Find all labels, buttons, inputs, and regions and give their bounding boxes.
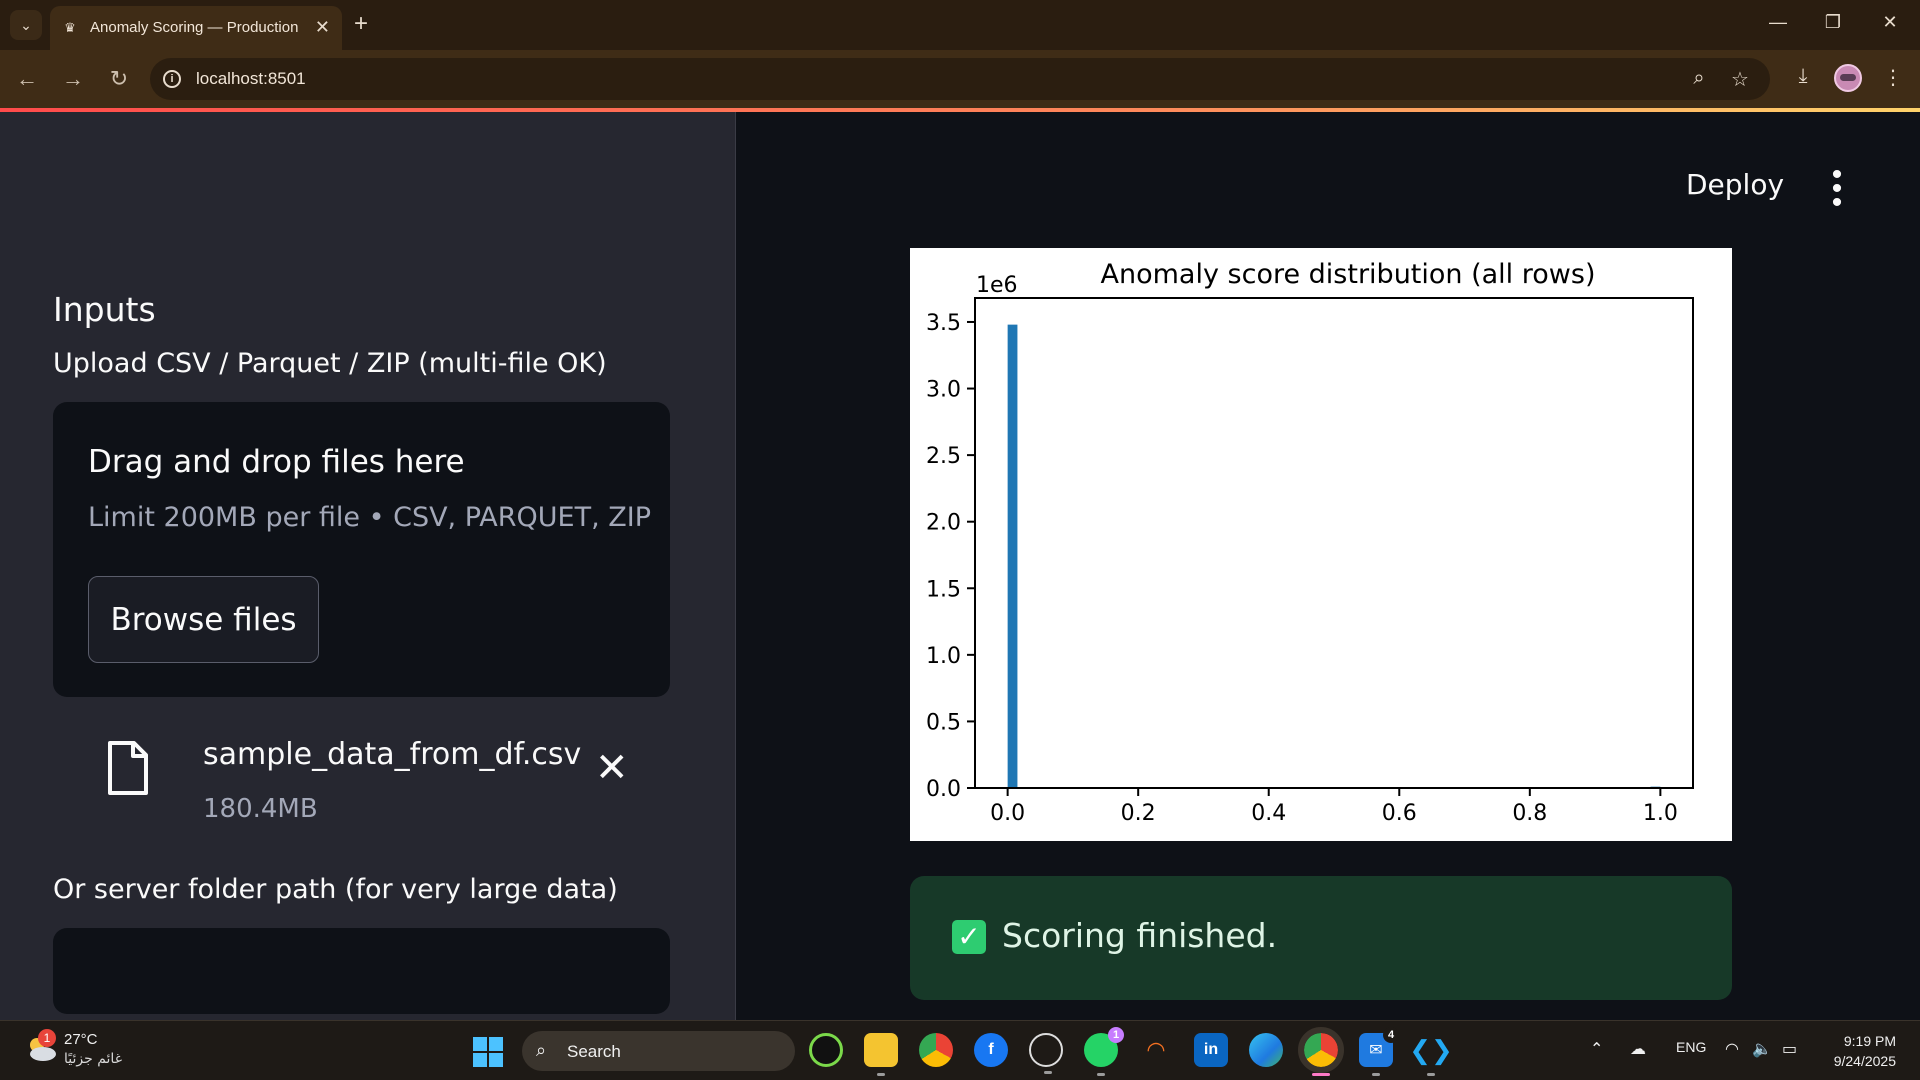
streamlit-crown-icon: ♛ xyxy=(64,20,76,35)
forward-arrow-icon[interactable]: → xyxy=(58,65,88,93)
active-tab[interactable]: ♛ Anomaly Scoring — Production ✕ xyxy=(50,6,342,50)
minimize-icon[interactable]: — xyxy=(1763,12,1793,33)
remove-file-icon[interactable]: ✕ xyxy=(595,748,629,788)
y-tick-label: 1.0 xyxy=(926,644,961,669)
plot-frame xyxy=(974,297,1694,789)
onedrive-cloud-icon[interactable]: ☁ xyxy=(1630,1039,1646,1059)
language-indicator[interactable]: ENG xyxy=(1676,1039,1706,1055)
browser-toolbar: ← → ↻ i localhost:8501 ⌕ ☆ ⤓ ⋮ xyxy=(0,50,1920,108)
download-icon[interactable]: ⤓ xyxy=(1788,65,1818,88)
tab-search-button[interactable]: ⌄ xyxy=(10,10,42,40)
bookmark-star-icon[interactable]: ☆ xyxy=(1727,67,1753,92)
back-arrow-icon[interactable]: ← xyxy=(12,65,42,93)
vscode-icon[interactable]: ❮❯ xyxy=(1409,1033,1453,1076)
uploaded-file-item: sample_data_from_df.csv 180.4MB ✕ xyxy=(53,712,670,842)
deploy-button[interactable]: Deploy xyxy=(1686,168,1784,201)
x-tick-label: 0.4 xyxy=(1251,801,1286,826)
y-tick-label: 2.5 xyxy=(926,444,961,469)
main-content: Deploy • • • Anomaly score distribution (a… xyxy=(737,112,1920,1020)
dropzone-limit: Limit 200MB per file • CSV, PARQUET, ZIP xyxy=(88,502,651,533)
browse-files-button[interactable]: Browse files xyxy=(88,576,319,663)
weather-description[interactable]: غائم جزئيًا xyxy=(64,1051,122,1067)
search-icon: ⌕ xyxy=(536,1040,547,1060)
edge-icon[interactable] xyxy=(1249,1033,1283,1067)
y-offset-label: 1e6 xyxy=(976,273,1018,298)
x-tick-label: 0.2 xyxy=(1121,801,1156,826)
wifi-icon[interactable]: ◠ xyxy=(1725,1039,1739,1059)
weather-badge: 1 xyxy=(38,1029,56,1047)
taskbar-clock[interactable]: 9:19 PM 9/24/2025 xyxy=(1834,1031,1896,1071)
uploaded-file-name: sample_data_from_df.csv xyxy=(203,737,582,772)
sidebar-heading: Inputs xyxy=(53,290,156,329)
windows-taskbar: 1 27°C غائم جزئيًا ⌕ Search f 1 ◠ in ✉ 4 … xyxy=(0,1020,1920,1080)
chart-title: Anomaly score distribution (all rows) xyxy=(1101,259,1596,290)
server-path-input[interactable] xyxy=(53,928,670,1014)
server-path-label: Or server folder path (for very large da… xyxy=(53,874,618,905)
weather-temperature[interactable]: 27°C xyxy=(64,1031,98,1048)
taskbar-search[interactable]: ⌕ Search xyxy=(522,1031,795,1071)
restore-icon[interactable]: ❐ xyxy=(1818,12,1848,33)
battery-icon[interactable]: ▭ xyxy=(1782,1039,1797,1059)
whatsapp-icon[interactable]: 1 xyxy=(1084,1027,1124,1076)
linkedin-icon[interactable]: in xyxy=(1194,1033,1228,1067)
chrome-profile-icon[interactable] xyxy=(1298,1027,1344,1076)
file-dropzone[interactable]: Drag and drop files here Limit 200MB per… xyxy=(53,402,670,697)
x-tick-label: 0.0 xyxy=(990,801,1025,826)
y-tick-label: 0.0 xyxy=(926,777,961,802)
tab-title: Anomaly Scoring — Production xyxy=(90,19,299,36)
y-tick-label: 0.5 xyxy=(926,710,961,735)
sidebar: Inputs Upload CSV / Parquet / ZIP (multi… xyxy=(0,112,736,1020)
reload-icon[interactable]: ↻ xyxy=(104,65,134,93)
taskbar-search-label: Search xyxy=(567,1042,621,1061)
chrome-icon[interactable] xyxy=(919,1033,953,1067)
chatgpt-icon[interactable] xyxy=(1029,1033,1063,1074)
browser-tab-strip: ⌄ ♛ Anomaly Scoring — Production ✕ + — ❐… xyxy=(0,0,1920,50)
success-message: Scoring finished. xyxy=(1002,916,1278,955)
close-window-icon[interactable]: ✕ xyxy=(1875,12,1905,33)
y-tick-label: 2.0 xyxy=(926,511,961,536)
upload-label: Upload CSV / Parquet / ZIP (multi-file O… xyxy=(53,348,607,379)
y-tick-label: 3.0 xyxy=(926,378,961,403)
jupyter-icon[interactable]: ◠ xyxy=(1139,1033,1173,1067)
main-menu-icon[interactable]: • • • xyxy=(1827,160,1847,218)
x-tick-label: 1.0 xyxy=(1643,801,1678,826)
url-text[interactable]: localhost:8501 xyxy=(196,69,306,89)
histogram-bar xyxy=(1007,324,1018,788)
browser-menu-icon[interactable]: ⋮ xyxy=(1878,65,1908,90)
new-tab-button[interactable]: + xyxy=(354,12,368,36)
clock-date: 9/24/2025 xyxy=(1833,1053,1896,1069)
score-histogram: Anomaly score distribution (all rows) 1e… xyxy=(910,248,1732,841)
dropzone-title: Drag and drop files here xyxy=(88,444,465,480)
app-camera-icon[interactable] xyxy=(809,1033,843,1067)
file-explorer-icon[interactable] xyxy=(864,1033,898,1076)
zoom-icon[interactable]: ⌕ xyxy=(1686,67,1712,90)
whatsapp-badge: 1 xyxy=(1108,1027,1124,1043)
volume-icon[interactable]: 🔈 xyxy=(1752,1039,1772,1059)
mail-badge: 4 xyxy=(1383,1027,1399,1043)
mail-icon[interactable]: ✉ 4 xyxy=(1359,1027,1399,1076)
show-hidden-icons-icon[interactable]: ⌃ xyxy=(1590,1039,1603,1059)
file-icon xyxy=(108,741,148,795)
x-tick-label: 0.8 xyxy=(1512,801,1547,826)
address-bar[interactable]: i localhost:8501 ⌕ ☆ xyxy=(150,58,1770,100)
chevron-down-icon: ⌄ xyxy=(20,16,32,33)
x-tick-label: 0.6 xyxy=(1382,801,1417,826)
windows-start-icon[interactable] xyxy=(473,1037,503,1067)
site-info-icon[interactable]: i xyxy=(163,70,181,88)
check-mark-icon: ✓ xyxy=(952,920,986,954)
profile-avatar[interactable] xyxy=(1834,64,1862,92)
tab-close-button[interactable]: ✕ xyxy=(315,17,330,37)
clock-time: 9:19 PM xyxy=(1843,1033,1896,1049)
facebook-icon[interactable]: f xyxy=(974,1033,1008,1067)
histogram-svg: Anomaly score distribution (all rows) 1e… xyxy=(926,259,1694,826)
uploaded-file-size: 180.4MB xyxy=(203,794,318,824)
y-tick-label: 1.5 xyxy=(926,577,961,602)
y-tick-label: 3.5 xyxy=(926,311,961,336)
success-alert: ✓ Scoring finished. xyxy=(910,876,1732,1000)
